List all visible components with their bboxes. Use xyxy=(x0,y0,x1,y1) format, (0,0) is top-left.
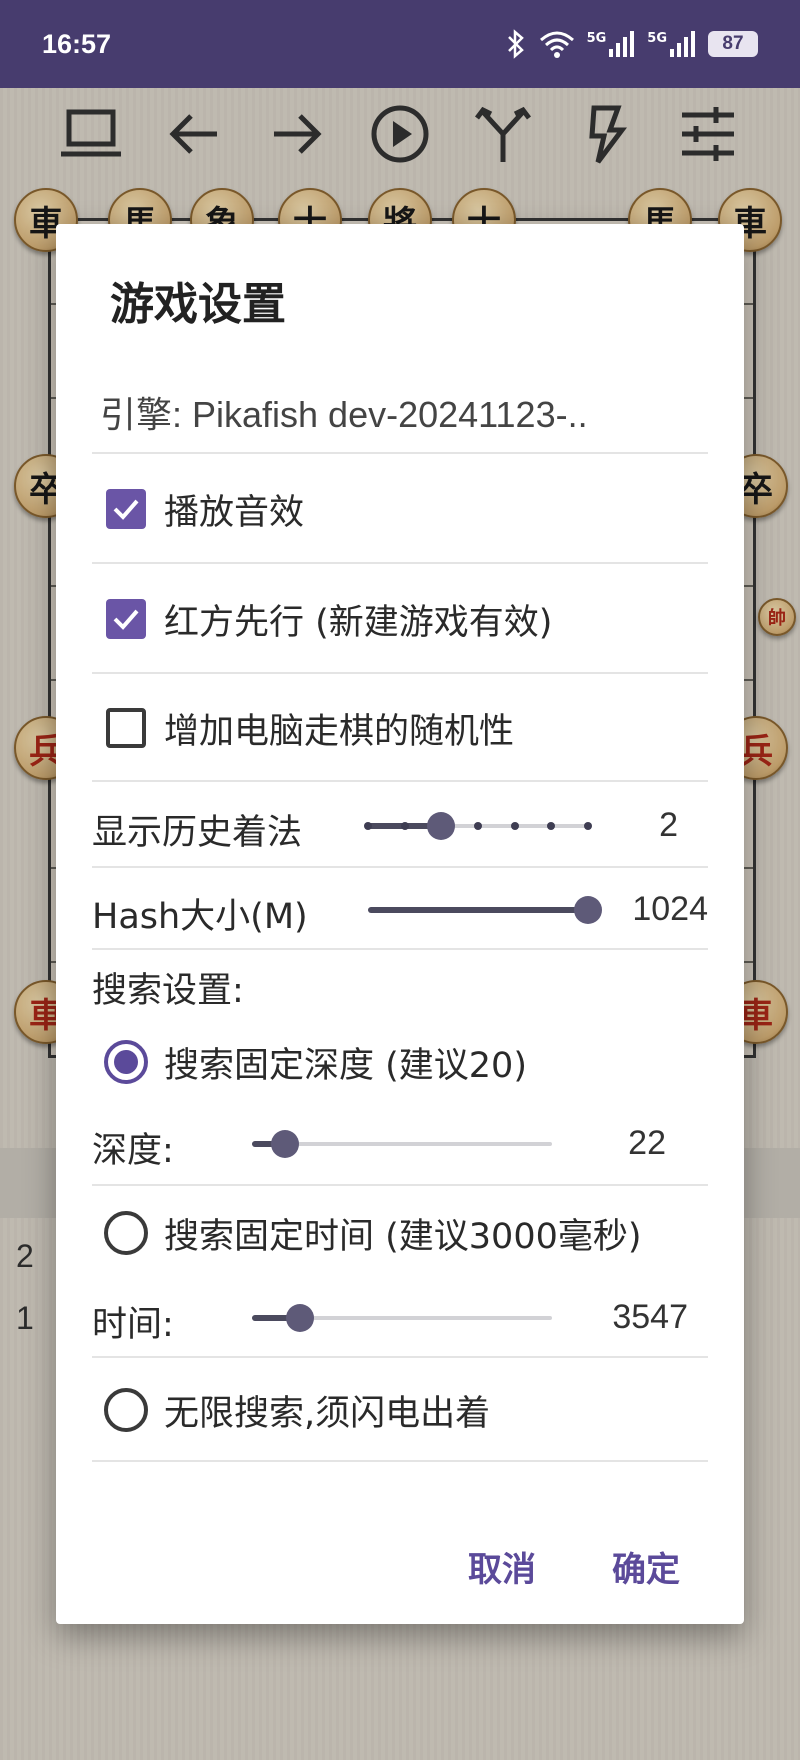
slider-tick xyxy=(364,822,372,830)
search-settings-row: 搜索设置: xyxy=(92,952,708,1022)
unlimited-radio[interactable] xyxy=(104,1388,148,1432)
sound-effects-row[interactable]: 播放音效 xyxy=(92,456,708,564)
status-bar: 16:57 5G 5G 87 xyxy=(0,0,800,88)
game-settings-dialog: 游戏设置 引擎: Pikafish dev-20241123-.. 播放音效 红… xyxy=(56,224,744,1624)
search-settings-label: 搜索设置: xyxy=(92,970,244,1011)
slider-tick xyxy=(400,822,409,830)
engine-row[interactable]: 引擎: Pikafish dev-20241123-.. xyxy=(92,372,708,454)
red-first-row[interactable]: 红方先行 (新建游戏有效) xyxy=(92,566,708,674)
hash-size-label: Hash大小(M) xyxy=(92,897,308,937)
fixed-depth-row[interactable]: 搜索固定深度 (建议20) xyxy=(92,1022,708,1102)
slider-thumb[interactable] xyxy=(271,1130,299,1158)
slider-tick xyxy=(547,822,556,830)
history-moves-slider[interactable] xyxy=(364,806,592,846)
status-icons: 5G 5G 87 xyxy=(505,29,758,59)
slider-fill xyxy=(368,907,588,913)
time-slider[interactable] xyxy=(252,1298,552,1338)
network-type: 5G xyxy=(586,31,607,46)
signal-icon: 5G xyxy=(647,31,696,57)
slider-tick xyxy=(474,822,482,830)
wifi-icon xyxy=(539,30,575,58)
hash-size-row: Hash大小(M) 1024 xyxy=(92,870,708,950)
randomness-row[interactable]: 增加电脑走棋的随机性 xyxy=(92,676,708,782)
randomness-checkbox[interactable] xyxy=(106,708,146,748)
sound-effects-label: 播放音效 xyxy=(164,492,305,533)
slider-tick xyxy=(584,822,592,830)
slider-thumb[interactable] xyxy=(574,896,602,924)
slider-tick xyxy=(510,822,519,830)
depth-slider[interactable] xyxy=(252,1124,552,1164)
fixed-time-radio[interactable] xyxy=(104,1211,148,1255)
bluetooth-icon xyxy=(505,29,527,59)
sound-effects-checkbox[interactable] xyxy=(106,489,146,529)
depth-row: 深度: 22 xyxy=(92,1102,708,1186)
network-type: 5G xyxy=(647,31,667,46)
dialog-title: 游戏设置 xyxy=(110,279,286,330)
time-value: 3547 xyxy=(612,1298,688,1336)
red-first-label: 红方先行 (新建游戏有效) xyxy=(164,602,553,643)
red-first-checkbox[interactable] xyxy=(106,599,146,639)
signal-icon: 5G xyxy=(587,31,636,57)
time-label: 时间: xyxy=(92,1305,174,1345)
status-time: 16:57 xyxy=(42,28,112,59)
depth-label: 深度: xyxy=(92,1131,174,1171)
hash-size-slider[interactable] xyxy=(368,890,602,930)
slider-thumb[interactable] xyxy=(286,1304,314,1332)
hash-size-value: 1024 xyxy=(632,890,708,928)
randomness-label: 增加电脑走棋的随机性 xyxy=(164,711,515,752)
fixed-depth-label: 搜索固定深度 (建议20) xyxy=(164,1045,527,1086)
history-moves-label: 显示历史着法 xyxy=(92,813,303,853)
engine-label: 引擎: Pikafish dev-20241123-.. xyxy=(100,394,588,435)
fixed-time-row[interactable]: 搜索固定时间 (建议3000毫秒) xyxy=(92,1188,708,1278)
unlimited-label: 无限搜索,须闪电出着 xyxy=(164,1393,491,1434)
history-moves-row: 显示历史着法 2 xyxy=(92,784,708,868)
confirm-button[interactable]: 确定 xyxy=(612,1542,680,1591)
unlimited-row[interactable]: 无限搜索,须闪电出着 xyxy=(92,1360,708,1462)
fixed-time-label: 搜索固定时间 (建议3000毫秒) xyxy=(164,1216,642,1257)
depth-value: 22 xyxy=(628,1124,666,1162)
cancel-button[interactable]: 取消 xyxy=(468,1542,536,1591)
time-row: 时间: 3547 xyxy=(92,1278,708,1358)
history-moves-value: 2 xyxy=(659,806,678,844)
battery-icon: 87 xyxy=(708,31,758,57)
fixed-depth-radio[interactable] xyxy=(104,1040,148,1084)
slider-thumb[interactable] xyxy=(427,812,456,840)
